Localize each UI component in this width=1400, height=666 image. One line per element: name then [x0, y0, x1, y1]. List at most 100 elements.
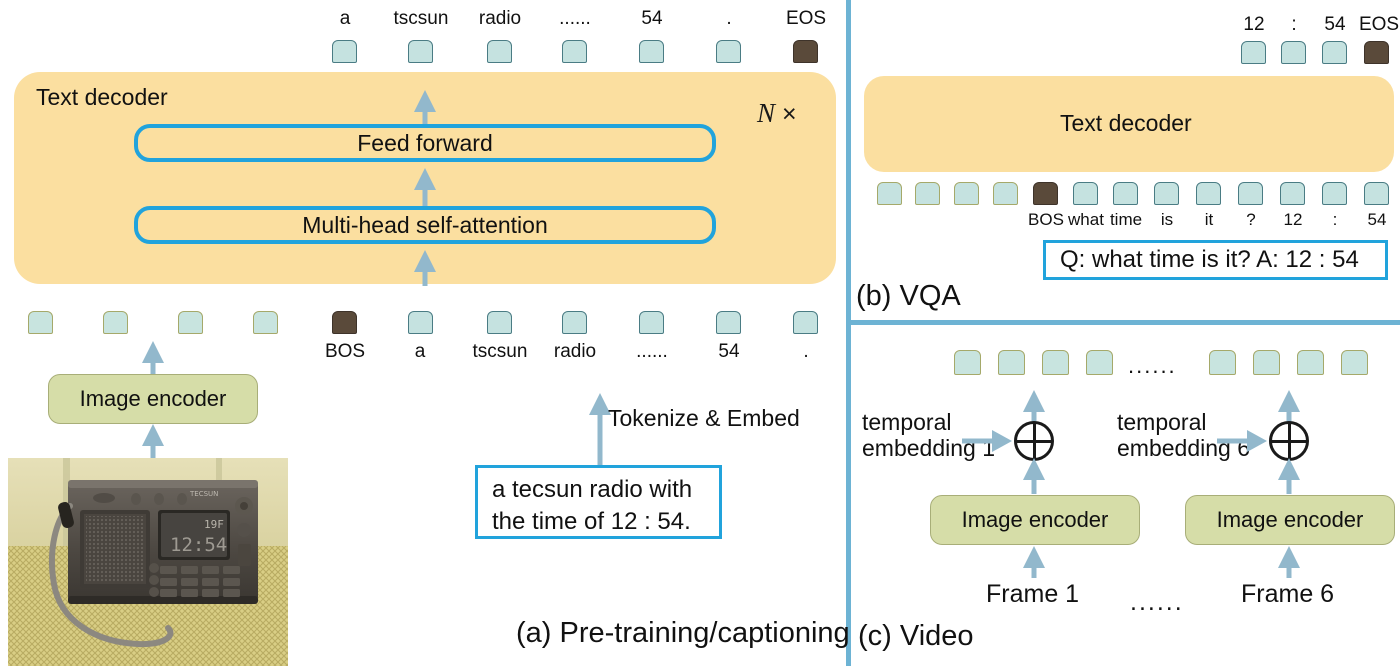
video-token-chip-2: [1042, 350, 1069, 375]
input-token-chip-3: [562, 311, 587, 334]
video-token-chip-7: [1341, 350, 1368, 375]
vqa-output-token-label-eos: EOS: [1358, 14, 1400, 35]
vqa-input-token-chip-4: [1196, 182, 1221, 205]
arrow-frame1-to-encoder: [1023, 546, 1045, 578]
input-token-chip-2: [487, 311, 512, 334]
panel-divider-vertical: [846, 0, 851, 666]
input-token-label-3: radio: [553, 341, 597, 362]
output-token-label-0: a: [339, 8, 351, 29]
arrow-decoder-to-output: [414, 90, 436, 124]
output-token-label-5: .: [726, 8, 732, 29]
text-decoder-title: Text decoder: [36, 84, 168, 110]
input-token-label-2: tscsun: [472, 341, 528, 362]
vqa-qa-text-box: Q: what time is it? A: 12 : 54: [1043, 240, 1388, 280]
multihead-self-attention-layer: Multi-head self-attention: [134, 206, 716, 244]
output-token-chip-2: [487, 40, 512, 63]
vqa-text-decoder-title: Text decoder: [1060, 110, 1192, 136]
vqa-input-image-token-0: [877, 182, 902, 205]
arrow-sum6-to-tokens: [1278, 390, 1300, 422]
svg-text:12:54: 12:54: [170, 534, 227, 556]
input-image-photo: TECSUN 19F 12:54: [8, 458, 288, 666]
frame-1-label: Frame 1: [986, 580, 1080, 608]
vqa-output-token-chip-0: [1241, 41, 1266, 64]
vqa-input-token-chip-bos: [1033, 182, 1058, 205]
arrow-encoder-to-image-tokens: [142, 341, 164, 375]
output-token-chip-3: [562, 40, 587, 63]
input-token-chip-4: [639, 311, 664, 334]
sum-node-1: [1014, 421, 1054, 461]
output-token-chip-5: [716, 40, 741, 63]
arrow-sum1-to-tokens: [1023, 390, 1045, 422]
frame-6-label: Frame 6: [1241, 580, 1335, 608]
input-token-chip-bos: [332, 311, 357, 334]
vqa-input-image-token-3: [993, 182, 1018, 205]
video-token-chip-0: [954, 350, 981, 375]
vqa-input-image-token-1: [915, 182, 940, 205]
video-image-encoder-1: Image encoder: [930, 495, 1140, 545]
vqa-input-token-chip-5: [1238, 182, 1263, 205]
sum-node-6: [1269, 421, 1309, 461]
video-token-chip-6: [1297, 350, 1324, 375]
panel-a-caption: (a) Pre-training/captioning: [516, 617, 850, 649]
arrow-frame6-to-encoder: [1278, 546, 1300, 578]
arrow-temporal6-to-sum: [1217, 430, 1267, 452]
vqa-input-token-chip-8: [1364, 182, 1389, 205]
output-token-label-3: ......: [559, 8, 591, 29]
panel-c-caption: (c) Video: [858, 620, 974, 652]
output-token-chip-eos: [793, 40, 818, 63]
figure-root: a tscsun radio ...... 54 . EOS Text deco…: [0, 0, 1400, 666]
vqa-output-token-label-1: :: [1291, 14, 1297, 35]
input-image-token-2: [178, 311, 203, 334]
feed-forward-layer: Feed forward: [134, 124, 716, 162]
vqa-output-token-label-0: 12: [1243, 14, 1265, 35]
vqa-output-token-label-2: 54: [1324, 14, 1346, 35]
input-token-chip-1: [408, 311, 433, 334]
arrow-attention-to-feedforward: [414, 168, 436, 206]
vqa-input-token-chip-7: [1322, 182, 1347, 205]
caption-text-box: a tecsun radio with the time of 12 : 54.: [475, 465, 722, 539]
arrow-input-to-attention: [414, 250, 436, 286]
output-token-label-6: EOS: [785, 8, 827, 29]
vqa-output-token-chip-eos: [1364, 41, 1389, 64]
video-tokens-ellipsis: ......: [1128, 353, 1177, 378]
input-token-chip-5: [716, 311, 741, 334]
video-token-chip-4: [1209, 350, 1236, 375]
input-token-label-bos: BOS: [324, 341, 366, 362]
input-image-token-1: [103, 311, 128, 334]
vqa-output-token-chip-2: [1322, 41, 1347, 64]
panel-b-caption: (b) VQA: [856, 280, 961, 312]
video-frames-ellipsis: ......: [1130, 588, 1184, 616]
input-token-label-4: ......: [636, 341, 668, 362]
tokenize-embed-label: Tokenize & Embed: [608, 405, 800, 431]
vqa-input-image-token-2: [954, 182, 979, 205]
repeat-n-times-label: N ×: [757, 98, 797, 128]
vqa-output-token-chip-1: [1281, 41, 1306, 64]
input-token-label-1: a: [414, 341, 426, 362]
arrow-encoder1-to-sum: [1023, 458, 1045, 494]
video-token-chip-3: [1086, 350, 1113, 375]
input-image-token-0: [28, 311, 53, 334]
output-token-label-2: radio: [478, 8, 522, 29]
video-token-chip-5: [1253, 350, 1280, 375]
output-token-chip-0: [332, 40, 357, 63]
vqa-input-token-chip-2: [1113, 182, 1138, 205]
input-token-chip-6: [793, 311, 818, 334]
panel-divider-horizontal: [846, 320, 1400, 325]
vqa-input-token-label-8: 54: [1367, 210, 1387, 229]
arrow-temporal1-to-sum: [962, 430, 1012, 452]
caption-text-line-2: the time of 12 : 54.: [492, 508, 691, 536]
output-token-label-1: tscsun: [393, 8, 449, 29]
arrow-photo-to-encoder: [142, 424, 164, 458]
svg-text:TECSUN: TECSUN: [189, 490, 218, 498]
svg-text:19F: 19F: [204, 518, 224, 531]
output-token-label-4: 54: [641, 8, 663, 29]
output-token-chip-1: [408, 40, 433, 63]
vqa-input-token-chip-1: [1073, 182, 1098, 205]
video-token-chip-1: [998, 350, 1025, 375]
vqa-input-token-chip-3: [1154, 182, 1179, 205]
output-token-chip-4: [639, 40, 664, 63]
vqa-input-token-chip-6: [1280, 182, 1305, 205]
video-image-encoder-6: Image encoder: [1185, 495, 1395, 545]
caption-text-line-1: a tecsun radio with: [492, 476, 693, 503]
image-encoder-box: Image encoder: [48, 374, 258, 424]
